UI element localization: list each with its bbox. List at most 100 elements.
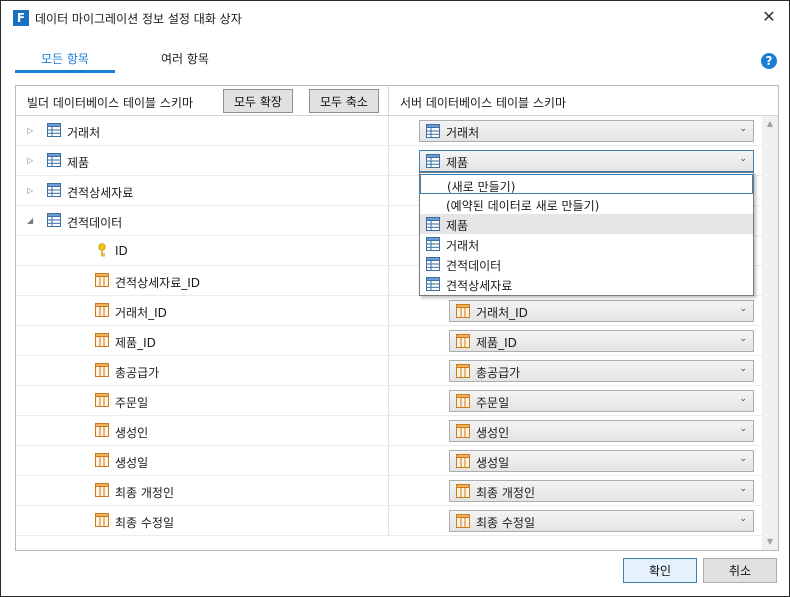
vertical-scrollbar[interactable]: ▲ ▼ <box>762 116 778 550</box>
tree-row-label: 생성인 <box>115 426 149 440</box>
expand-arrow-icon[interactable]: ▷ <box>27 155 37 167</box>
scroll-up-icon[interactable]: ▲ <box>762 116 778 132</box>
tree-row[interactable]: 최종 수정일 최종 수정일 ⌄ <box>16 506 762 536</box>
dropdown-option-label: 거래처 <box>446 239 480 253</box>
mapping-select[interactable]: 생성인 ⌄ <box>449 420 754 442</box>
tree-row-label: 제품_ID <box>115 336 156 350</box>
builder-schema-heading: 빌더 데이터베이스 테이블 스키마 <box>27 96 194 110</box>
schema-mapping-panel: 빌더 데이터베이스 테이블 스키마 모두 확장 모두 축소 서버 데이터베이스 … <box>15 85 779 551</box>
tree-row[interactable]: 최종 개정인 최종 개정인 ⌄ <box>16 476 762 506</box>
table-icon <box>426 277 440 291</box>
expand-all-button[interactable]: 모두 확장 <box>223 89 293 113</box>
tree-row[interactable]: 생성인 생성인 ⌄ <box>16 416 762 446</box>
mapping-select-value: 제품 <box>446 156 469 170</box>
scroll-thumb[interactable] <box>765 132 775 532</box>
dialog-window: F 데이터 마이그레이션 정보 설정 대화 상자 ✕ 모든 항목 여러 항목 ?… <box>0 0 790 597</box>
collapse-arrow-icon[interactable]: ◢ <box>27 215 37 227</box>
dropdown-option[interactable]: 견적데이터 <box>420 254 753 274</box>
dropdown-option-label: (새로 만들기) <box>447 180 516 194</box>
field-icon <box>95 333 109 347</box>
field-icon <box>456 304 470 318</box>
field-icon <box>95 513 109 527</box>
dropdown-option[interactable]: (새로 만들기) <box>420 174 753 194</box>
tree-row-label: 최종 수정일 <box>115 516 175 530</box>
table-icon <box>426 154 440 168</box>
field-icon <box>95 273 109 287</box>
mapping-select[interactable]: 주문일 ⌄ <box>449 390 754 412</box>
chevron-down-icon: ⌄ <box>739 364 747 374</box>
window-title: 데이터 마이그레이션 정보 설정 대화 상자 <box>35 12 242 26</box>
table-icon <box>426 217 440 231</box>
field-icon <box>95 423 109 437</box>
mapping-select-value: 생성인 <box>476 426 510 440</box>
tree-row-label: 주문일 <box>115 396 149 410</box>
tree-row-label: 견적데이터 <box>67 216 123 230</box>
field-icon <box>456 394 470 408</box>
tree-row[interactable]: 제품_ID 제품_ID ⌄ <box>16 326 762 356</box>
field-icon <box>95 453 109 467</box>
mapping-select[interactable]: 제품_ID ⌄ <box>449 330 754 352</box>
chevron-down-icon: ⌄ <box>739 514 747 524</box>
dropdown-option-label: 제품 <box>446 219 469 233</box>
dropdown-option-label: 견적상세자료 <box>446 279 513 293</box>
dropdown-option-label: 견적데이터 <box>446 259 502 273</box>
table-icon <box>47 183 61 197</box>
title-bar: F 데이터 마이그레이션 정보 설정 대화 상자 ✕ <box>1 1 789 35</box>
tree-row[interactable]: ▷ 거래처 거래처 ⌄ <box>16 116 762 146</box>
cancel-button[interactable]: 취소 <box>703 558 777 583</box>
table-icon <box>47 123 61 137</box>
expand-arrow-icon[interactable]: ▷ <box>27 185 37 197</box>
server-schema-heading: 서버 데이터베이스 테이블 스키마 <box>400 96 567 110</box>
tree-row[interactable]: 거래처_ID 거래처_ID ⌄ <box>16 296 762 326</box>
field-icon <box>95 303 109 317</box>
field-icon <box>95 363 109 377</box>
mapping-select[interactable]: 제품 ⌄ <box>419 150 754 172</box>
field-icon <box>95 483 109 497</box>
chevron-down-icon: ⌄ <box>739 454 747 464</box>
dropdown-option-label: (예약된 데이터로 새로 만들기) <box>446 199 600 213</box>
mapping-select[interactable]: 생성일 ⌄ <box>449 450 754 472</box>
dropdown-option[interactable]: 제품 <box>420 214 753 234</box>
dropdown-option[interactable]: (예약된 데이터로 새로 만들기) <box>420 194 753 214</box>
chevron-down-icon: ⌄ <box>739 124 747 134</box>
tree-row[interactable]: 주문일 주문일 ⌄ <box>16 386 762 416</box>
field-icon <box>456 514 470 528</box>
mapping-select[interactable]: 최종 개정인 ⌄ <box>449 480 754 502</box>
collapse-all-button[interactable]: 모두 축소 <box>309 89 379 113</box>
app-logo-icon: F <box>13 10 29 26</box>
ok-button[interactable]: 확인 <box>623 558 697 583</box>
tree-row-label: 생성일 <box>115 456 149 470</box>
mapping-select[interactable]: 최종 수정일 ⌄ <box>449 510 754 532</box>
tree-row[interactable]: 총공급가 총공급가 ⌄ <box>16 356 762 386</box>
mapping-select[interactable]: 거래처_ID ⌄ <box>449 300 754 322</box>
close-icon[interactable]: ✕ <box>759 7 779 27</box>
help-icon[interactable]: ? <box>761 53 777 69</box>
mapping-dropdown-list: (새로 만들기) (예약된 데이터로 새로 만들기) 제품거래처견적데이터견적상세자… <box>419 172 754 296</box>
tab-all-items[interactable]: 모든 항목 <box>15 45 115 73</box>
dropdown-option[interactable]: 거래처 <box>420 234 753 254</box>
table-icon <box>47 213 61 227</box>
scroll-down-icon[interactable]: ▼ <box>762 534 778 550</box>
table-icon <box>426 257 440 271</box>
field-icon <box>456 364 470 378</box>
tab-bar: 모든 항목 여러 항목 <box>15 45 775 75</box>
field-icon <box>456 334 470 348</box>
chevron-down-icon: ⌄ <box>739 424 747 434</box>
mapping-select[interactable]: 총공급가 ⌄ <box>449 360 754 382</box>
field-icon <box>456 484 470 498</box>
header-divider <box>388 86 389 116</box>
mapping-select-value: 최종 개정인 <box>476 486 536 500</box>
tab-multiple-items[interactable]: 여러 항목 <box>135 45 235 73</box>
tree-row-label: 견적상세자료 <box>67 186 134 200</box>
field-icon <box>456 424 470 438</box>
mapping-select[interactable]: 거래처 ⌄ <box>419 120 754 142</box>
table-icon <box>47 153 61 167</box>
mapping-select-value: 거래처 <box>446 126 480 140</box>
expand-arrow-icon[interactable]: ▷ <box>27 125 37 137</box>
mapping-select-value: 거래처_ID <box>476 306 528 320</box>
chevron-down-icon: ⌄ <box>739 484 747 494</box>
dropdown-option[interactable]: 견적상세자료 <box>420 274 753 294</box>
tree-row-label: 거래처 <box>67 126 101 140</box>
tree-row[interactable]: 생성일 생성일 ⌄ <box>16 446 762 476</box>
mapping-select-value: 주문일 <box>476 396 510 410</box>
